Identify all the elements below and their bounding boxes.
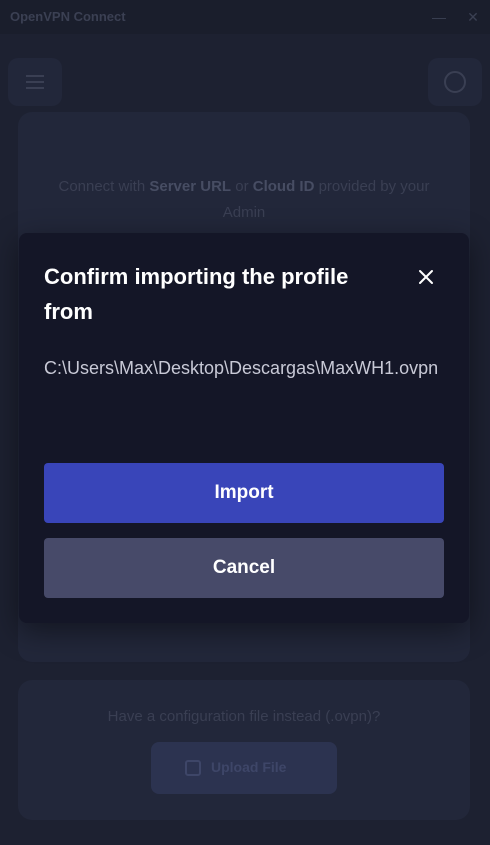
menu-button[interactable] [8, 58, 62, 106]
app-window: OpenVPN Connect — ✕ Connect with Server … [0, 0, 490, 845]
help-button[interactable] [428, 58, 482, 106]
help-icon [444, 71, 466, 93]
upload-icon [185, 760, 201, 776]
dialog-close-button[interactable] [412, 263, 440, 291]
cloud-id-text: Cloud ID [252, 178, 315, 195]
window-title: OpenVPN Connect [10, 9, 126, 24]
window-close-button[interactable]: ✕ [462, 6, 484, 28]
dialog-heading: Confirm importing the profile from [44, 264, 349, 324]
upload-file-button[interactable]: Upload File [151, 742, 337, 794]
import-confirm-dialog: Confirm importing the profile from C:\Us… [19, 233, 469, 623]
title-bar: OpenVPN Connect — ✕ [0, 0, 490, 34]
upload-card: Have a configuration file instead (.ovpn… [18, 680, 470, 820]
cancel-button[interactable]: Cancel [44, 538, 444, 598]
upload-file-label: Upload File [211, 759, 287, 775]
server-url-text: Server URL [149, 178, 232, 195]
profile-file-path: C:\Users\Max\Desktop\Descargas\MaxWH1.ov… [44, 358, 439, 378]
connect-description: Connect with Server URL or Cloud ID prov… [58, 178, 430, 221]
config-file-question: Have a configuration file instead (.ovpn… [107, 708, 381, 725]
minimize-button[interactable]: — [428, 6, 450, 28]
import-button[interactable]: Import [44, 463, 444, 523]
close-icon [419, 270, 433, 284]
